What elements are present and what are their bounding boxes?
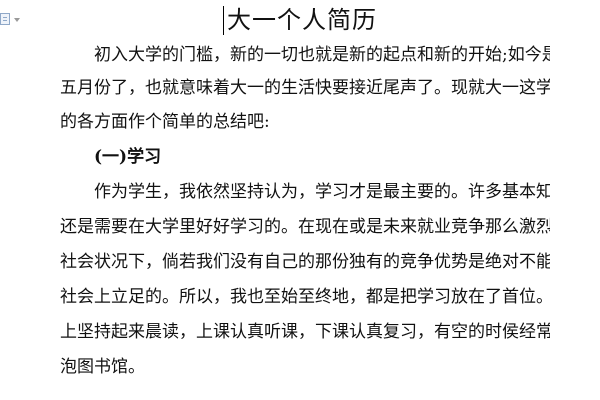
- paragraph-line-3: 的各方面作个简单的总结吧:: [60, 112, 270, 132]
- paragraph-line-7: 社会状况下，倘若我们没有自己的那份独有的竞争优势是绝对不能在: [60, 252, 550, 272]
- paragraph-line-10: 泡图书馆。: [60, 357, 145, 377]
- paragraph-line-5: 作为学生，我依然坚持认为，学习才是最主要的。许多基本知识: [94, 182, 550, 202]
- paragraph-line-2: 五月份了，也就意味着大一的生活快要接近尾声了。现就大一这学年: [60, 78, 550, 98]
- text-cursor: [223, 5, 224, 35]
- document-icon: [0, 13, 10, 25]
- paragraph-line-6: 还是需要在大学里好好学习的。在现在或是未来就业竞争那么激烈的: [60, 217, 550, 237]
- title-area[interactable]: 大一个人简历: [223, 4, 377, 36]
- paragraph-line-9: 上坚持起来晨读，上课认真听课，下课认真复习，有空的时侯经常去: [60, 322, 550, 342]
- paragraph-line-1: 初入大学的门槛，新的一切也就是新的起点和新的开始;如今是: [94, 45, 550, 65]
- chevron-down-icon: [14, 18, 20, 22]
- paragraph-line-8: 社会上立足的。所以，我也至始至终地，都是把学习放在了首位。早: [60, 287, 550, 307]
- document-title: 大一个人简历: [227, 6, 377, 34]
- document-gutter-control[interactable]: [0, 12, 34, 26]
- document-page: 大一个人简历 初入大学的门槛，新的一切也就是新的起点和新的开始;如今是 五月份了…: [60, 0, 550, 400]
- section-heading-study: (一)学习: [94, 147, 162, 167]
